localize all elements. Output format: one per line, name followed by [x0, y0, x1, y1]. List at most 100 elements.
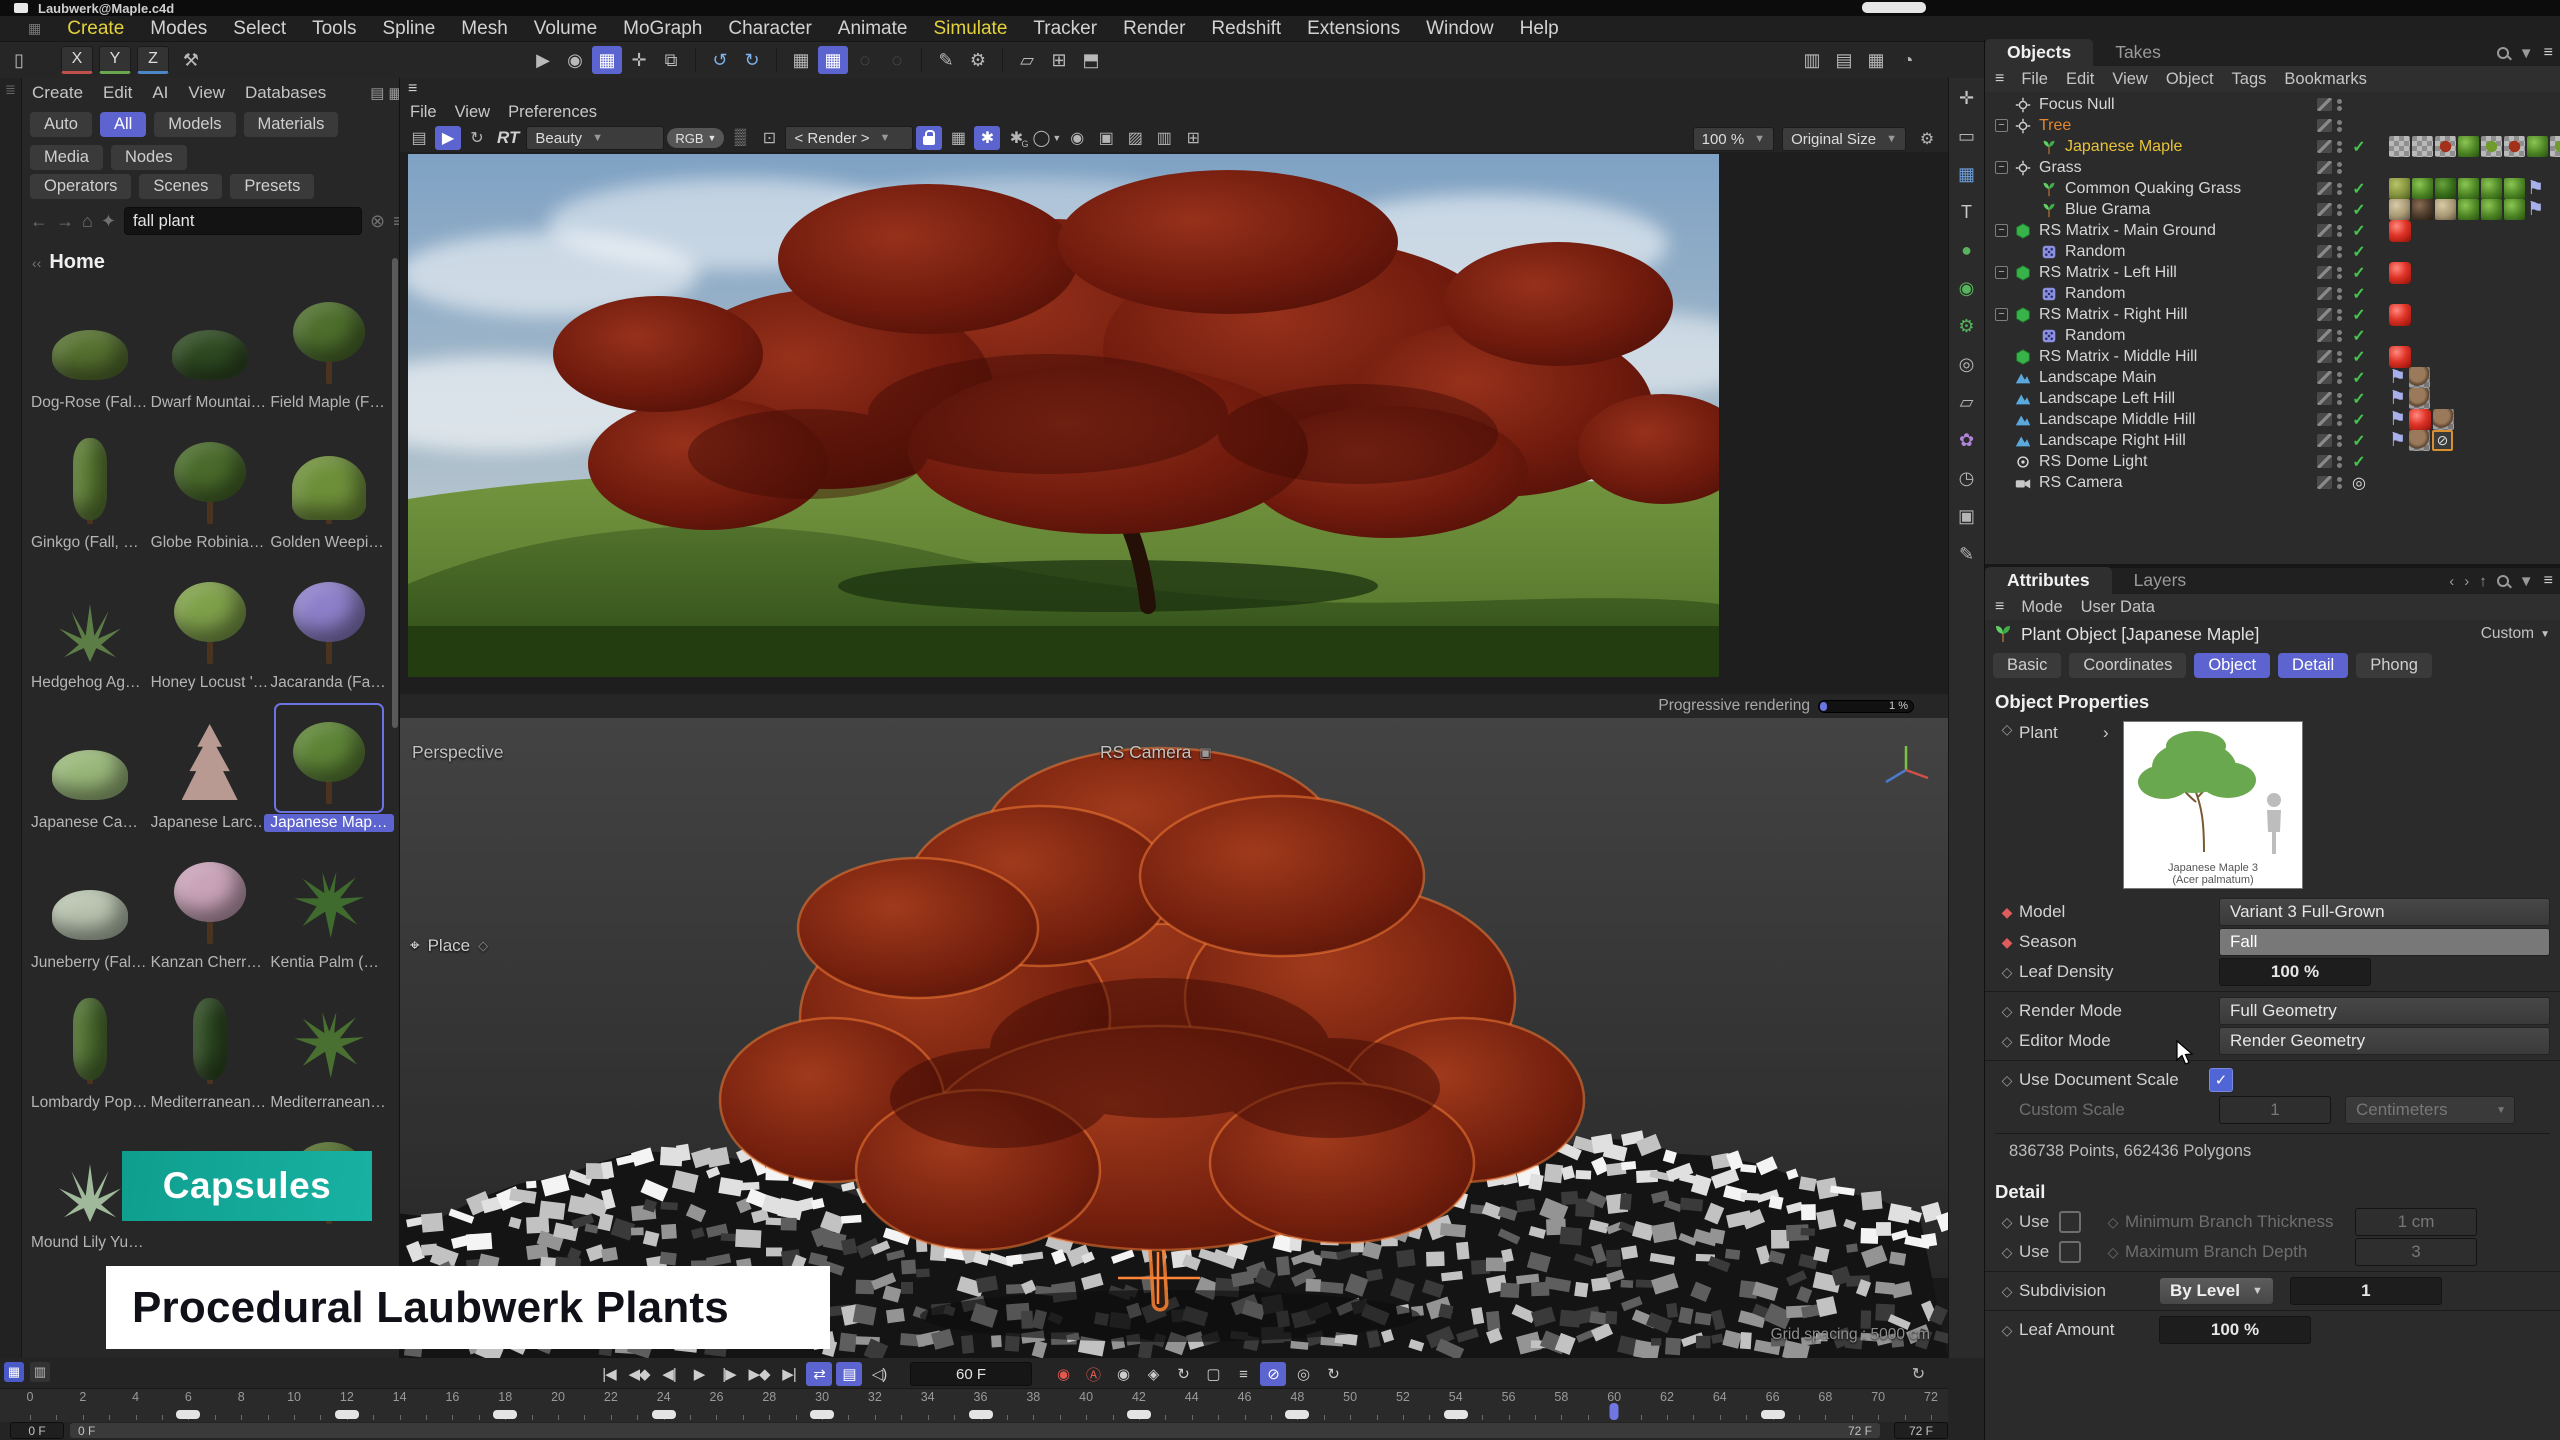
object-landscape-left-hill[interactable]: Landscape Left Hill✓⚑	[1985, 388, 2560, 409]
menu-character[interactable]: Character	[728, 18, 811, 40]
visibility-dots[interactable]	[2337, 246, 2342, 258]
sparkle-icon[interactable]: ✦	[101, 211, 116, 232]
filter-media[interactable]: Media	[30, 145, 103, 170]
asset-menu-view[interactable]: View	[188, 83, 225, 103]
custom-scale-value[interactable]: 1	[2219, 1096, 2331, 1124]
visibility-dots[interactable]	[2337, 183, 2342, 195]
menu-help[interactable]: Help	[1520, 18, 1559, 40]
region-icon[interactable]: ▣	[1093, 126, 1119, 150]
disabled-tag[interactable]: ⊘	[2432, 430, 2453, 451]
percent-icon[interactable]: ◌	[882, 46, 912, 74]
go-to-end-button[interactable]: ▶|	[776, 1362, 802, 1386]
om-menu-view[interactable]: View	[2112, 70, 2147, 89]
rt-label[interactable]: RT	[497, 128, 519, 148]
enabled-check-icon[interactable]: ✓	[2347, 284, 2371, 304]
time-clock-icon[interactable]: ◷	[1953, 464, 1981, 492]
material-swatch-ball-tan[interactable]	[2389, 199, 2410, 220]
enabled-check-icon[interactable]: ✓	[2347, 179, 2371, 199]
character-icon[interactable]: ✛	[624, 46, 654, 74]
enabled-check-icon[interactable]: ✓	[2347, 452, 2371, 472]
edit-toggle-icon[interactable]	[2317, 119, 2332, 132]
asset-view-mode-icon-2[interactable]: ▦	[388, 84, 400, 102]
render-view-menu-view[interactable]: View	[455, 103, 490, 122]
material-swatch-ball-green[interactable]	[2412, 178, 2433, 199]
asset-ginkgo-fall-plant[interactable]: Ginkgo (Fall, Plant)	[34, 426, 146, 552]
visibility-dots[interactable]	[2337, 477, 2342, 489]
material-swatch-leaf-green[interactable]	[2550, 136, 2560, 157]
next-key-button[interactable]: ▶◆	[746, 1362, 772, 1386]
display-film-icon[interactable]: ▤	[1829, 46, 1859, 74]
use-checkbox[interactable]: ✓	[2059, 1241, 2081, 1263]
collapse-section-icon[interactable]: ‹‹	[32, 255, 41, 271]
om-tab-objects[interactable]: Objects	[1985, 39, 2093, 66]
redshift-material-tag[interactable]	[2389, 262, 2411, 284]
om-menu-object[interactable]: Object	[2166, 70, 2214, 89]
play-button[interactable]: ▶	[686, 1362, 712, 1386]
axis-button-z[interactable]: Z	[137, 46, 169, 74]
redshift-material-tag[interactable]	[2389, 346, 2411, 368]
viewport-camera-label[interactable]: RS Camera ▣	[1100, 742, 1212, 763]
zoom-level-select[interactable]: 100 %▼	[1693, 127, 1774, 151]
visibility-dots[interactable]	[2337, 204, 2342, 216]
param-tab-phong[interactable]: Phong	[2356, 653, 2432, 678]
asset-dwarf-mountain-pine[interactable]: Dwarf Mountain Pine (...	[154, 286, 266, 412]
key-position-button[interactable]: ◈	[1140, 1362, 1166, 1386]
simulation-ball-icon[interactable]: ◉	[1953, 274, 1981, 302]
om-hamburger-icon[interactable]: ≡	[1995, 70, 2003, 88]
network-user-icon[interactable]: ◔	[1893, 46, 1923, 74]
keyframe-marker[interactable]	[335, 1410, 359, 1419]
material-swatch-checker[interactable]	[2389, 136, 2410, 157]
axis-button-x[interactable]: X	[61, 46, 93, 74]
asset-lombardy-poplar-fall[interactable]: Lombardy Poplar (Fall...	[34, 986, 146, 1112]
param-dot[interactable]: ◆	[1995, 904, 2019, 921]
expand-toggle-icon[interactable]: −	[1995, 224, 2008, 237]
enabled-check-icon[interactable]: ✓	[2347, 137, 2371, 157]
timeline-mode-icon[interactable]: ▦	[4, 1362, 24, 1382]
material-swatch-ball-dgreen[interactable]	[2435, 178, 2456, 199]
display-grid-icon[interactable]: ▦	[1861, 46, 1891, 74]
camera-target-icon[interactable]: ◎	[2347, 473, 2371, 493]
asset-japanese-larch-fall-pl[interactable]: Japanese Larch (Fall, Pl...	[154, 706, 266, 832]
asset-honey-locust-sunbur[interactable]: Honey Locust 'Sunbur...	[154, 566, 266, 692]
enabled-check-icon[interactable]: ✓	[2347, 368, 2371, 388]
current-frame-field[interactable]: 60 F	[910, 1362, 1032, 1386]
enabled-check-icon[interactable]: ✓	[2347, 347, 2371, 367]
visibility-dots[interactable]	[2337, 267, 2342, 279]
dope-sheet-button[interactable]: ▤	[836, 1362, 862, 1386]
text-tool-icon[interactable]: T	[1953, 198, 1981, 226]
next-frame-button[interactable]: |▶	[716, 1362, 742, 1386]
menu-volume[interactable]: Volume	[534, 18, 597, 40]
om-tab-takes[interactable]: Takes	[2093, 39, 2183, 66]
om-menu-bookmarks[interactable]: Bookmarks	[2284, 70, 2367, 89]
visibility-dots[interactable]	[2337, 309, 2342, 321]
dim-circle-icon[interactable]: ◌	[850, 46, 880, 74]
edit-toggle-icon[interactable]	[2317, 392, 2332, 405]
visibility-dots[interactable]	[2337, 330, 2342, 342]
enabled-check-icon[interactable]: ✓	[2347, 242, 2371, 262]
filter-models[interactable]: Models	[154, 112, 235, 137]
visibility-dots[interactable]	[2337, 414, 2342, 426]
attr-tab-attributes[interactable]: Attributes	[1985, 567, 2112, 594]
param-dot[interactable]: ◆	[1995, 934, 2019, 951]
plant-param-dot[interactable]: ◇	[1995, 721, 2019, 738]
keyframe-marker[interactable]	[1444, 1410, 1468, 1419]
go-to-start-button[interactable]: |◀	[596, 1362, 622, 1386]
render-settings-gear-icon[interactable]: ⚙	[1914, 127, 1940, 151]
om-menu-icon[interactable]: ≡	[2544, 44, 2552, 62]
loop-button[interactable]: ⇄	[806, 1362, 832, 1386]
enabled-check-icon[interactable]: ✓	[2347, 200, 2371, 220]
layout-indicator[interactable]	[1862, 2, 1926, 13]
visibility-dots[interactable]	[2337, 351, 2342, 363]
material-swatch-ball-green[interactable]	[2504, 199, 2525, 220]
scale-unit-select[interactable]: Centimeters▼	[2345, 1096, 2515, 1124]
menu-window[interactable]: Window	[1426, 18, 1494, 40]
use-document-scale-checkbox[interactable]: ✓	[2209, 1068, 2233, 1092]
annotation-flag-tag[interactable]: ⚑	[2527, 198, 2545, 221]
annotation-flag-tag[interactable]: ⚑	[2527, 177, 2545, 200]
edit-toggle-icon[interactable]	[2317, 455, 2332, 468]
axis-gizmo[interactable]	[1878, 740, 1934, 796]
param-dot[interactable]: ◇	[1995, 964, 2019, 981]
object-rs-camera[interactable]: RS Camera◎	[1985, 472, 2560, 493]
attr-menu-mode[interactable]: Mode	[2021, 598, 2062, 617]
rgb-button[interactable]: RGB▼	[667, 128, 724, 148]
